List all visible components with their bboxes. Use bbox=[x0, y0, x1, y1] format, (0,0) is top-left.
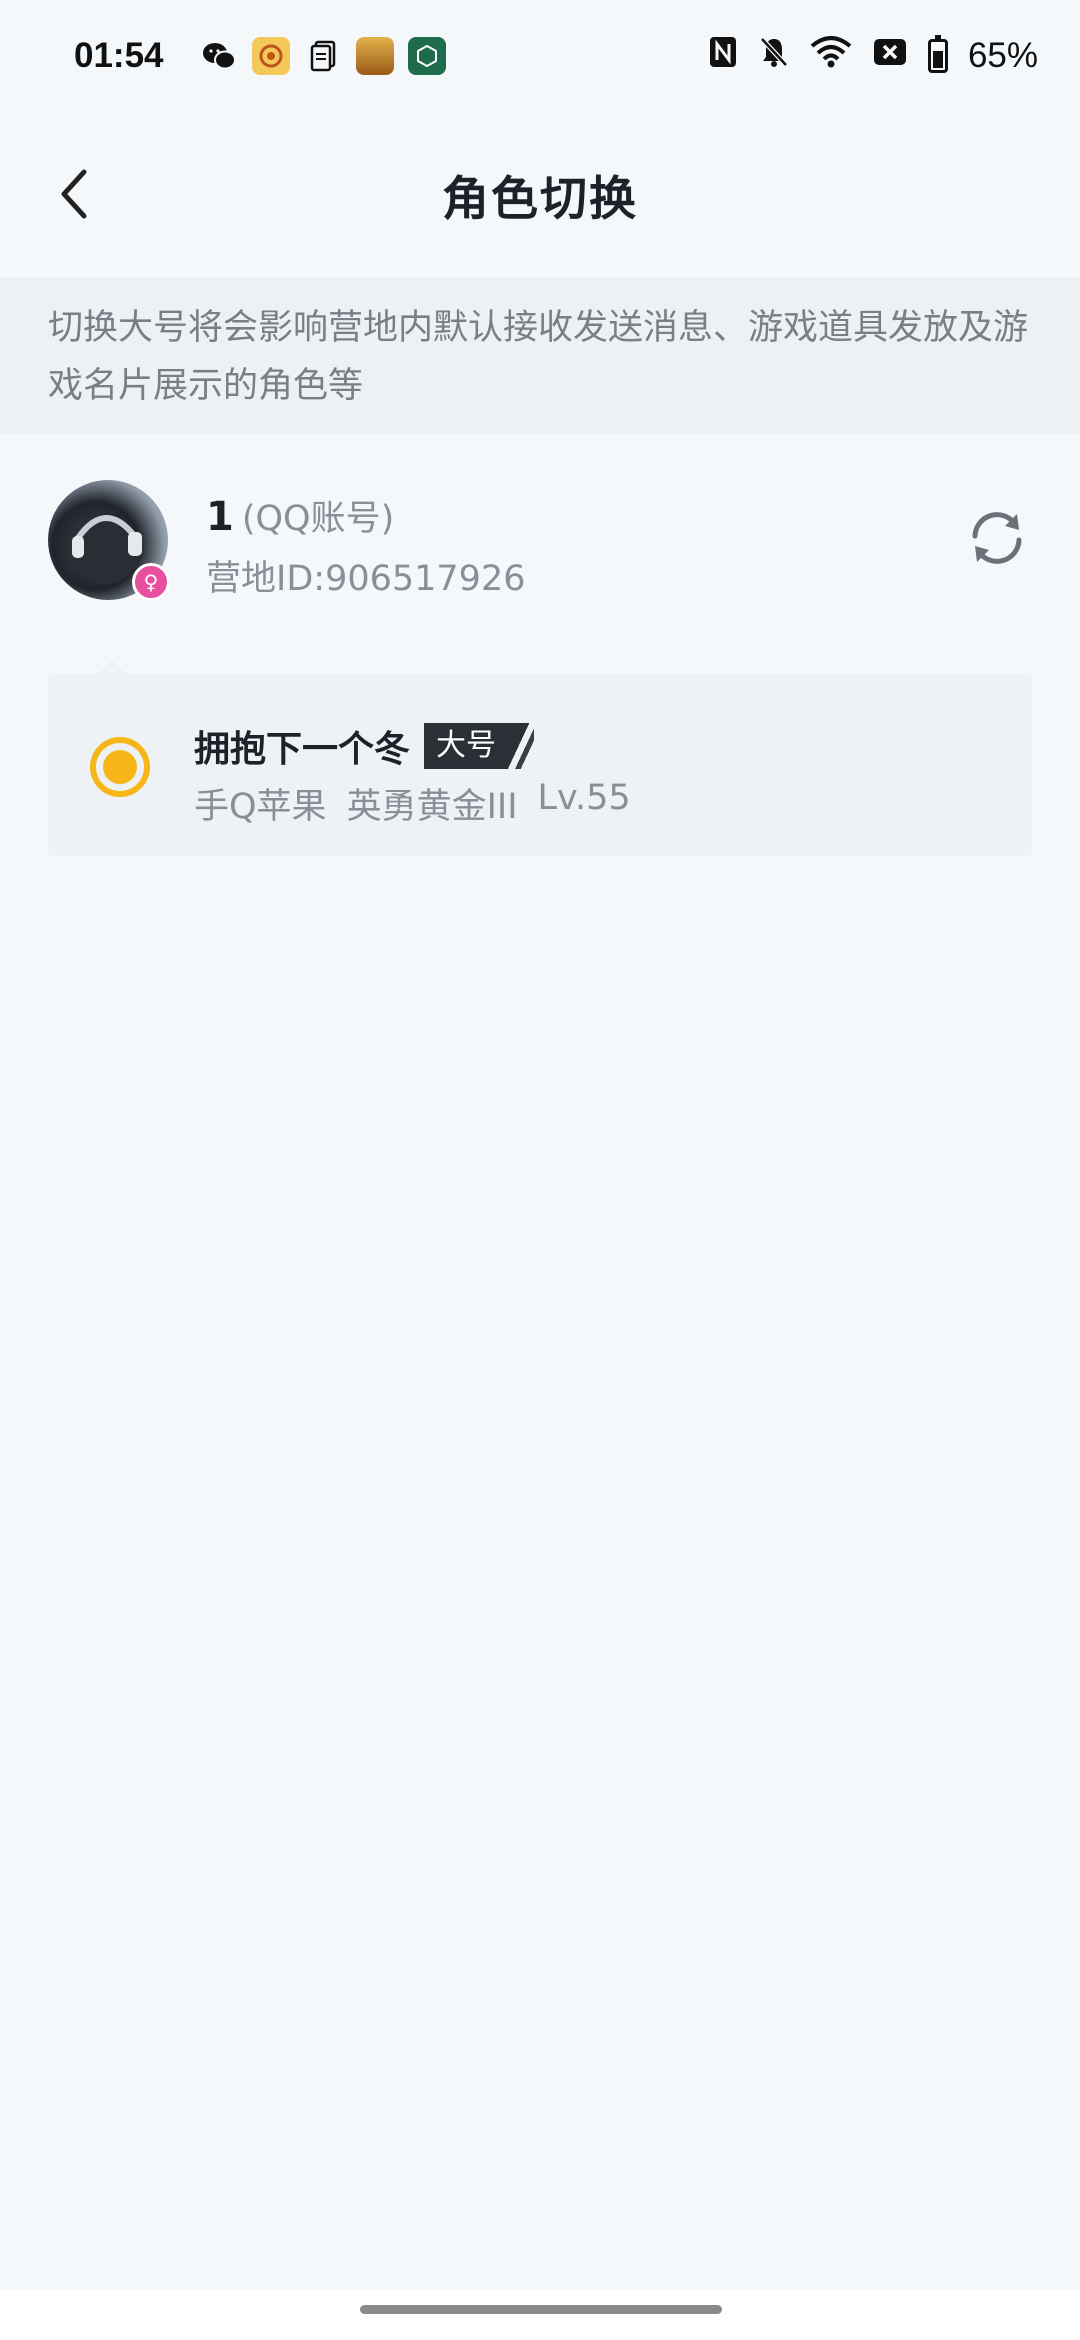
account-name: 1 (QQ账号) bbox=[206, 490, 394, 541]
tag-slash-decoration bbox=[508, 723, 535, 769]
game-app-icon bbox=[251, 37, 290, 75]
refresh-icon bbox=[972, 512, 1022, 564]
page-title: 角色切换 bbox=[442, 171, 638, 227]
status-bar: 01:54 65% bbox=[0, 0, 1080, 112]
bottom-nav-area bbox=[0, 2290, 1080, 2340]
female-badge-icon: ♀ bbox=[132, 563, 170, 601]
nfc-icon bbox=[708, 35, 738, 77]
battery-percent: 65% bbox=[967, 36, 1038, 75]
wechat-icon bbox=[200, 37, 238, 75]
notice-text: 切换大号将会影响营地内默认接收发送消息、游戏道具发放及游戏名片展示的角色等 bbox=[48, 308, 1029, 406]
home-indicator[interactable] bbox=[360, 2305, 722, 2314]
notification-icons bbox=[200, 37, 446, 75]
game-assistant-icon bbox=[407, 37, 446, 75]
document-icon bbox=[304, 37, 342, 75]
account-name-text: 1 bbox=[206, 494, 234, 540]
role-name: 拥抱下一个冬 大号 bbox=[194, 720, 535, 772]
nav-bar: 角色切换 bbox=[0, 112, 1080, 276]
wifi-icon bbox=[810, 36, 852, 76]
role-server: 手Q苹果 bbox=[194, 787, 327, 827]
battery-icon bbox=[927, 35, 948, 73]
account-type: (QQ账号) bbox=[241, 499, 395, 539]
back-button[interactable] bbox=[44, 164, 104, 224]
system-status: 65% bbox=[708, 35, 1038, 77]
role-rank: 英勇黄金III bbox=[346, 787, 518, 827]
main-account-tag: 大号 bbox=[424, 723, 535, 769]
account-row: ♀ 1 (QQ账号) 营地ID:906517926 bbox=[0, 478, 1080, 602]
sim-off-icon bbox=[872, 37, 908, 75]
role-level: Lv.55 bbox=[537, 778, 631, 818]
switch-account-button[interactable] bbox=[962, 503, 1032, 573]
role-radio[interactable] bbox=[90, 737, 150, 797]
chevron-left-icon bbox=[61, 169, 87, 219]
status-time: 01:54 bbox=[74, 36, 164, 75]
mute-icon bbox=[758, 35, 790, 77]
role-meta: 手Q苹果 英勇黄金III Lv.55 bbox=[194, 778, 631, 829]
radio-selected-dot bbox=[103, 750, 137, 784]
notice-banner: 切换大号将会影响营地内默认接收发送消息、游戏道具发放及游戏名片展示的角色等 bbox=[0, 277, 1080, 433]
tag-text: 大号 bbox=[424, 723, 509, 769]
role-card[interactable]: 拥抱下一个冬 大号 手Q苹果 英勇黄金III Lv.55 bbox=[48, 660, 1032, 856]
camp-id: 营地ID:906517926 bbox=[206, 559, 526, 599]
role-name-text: 拥抱下一个冬 bbox=[194, 729, 411, 770]
game-app-icon-2 bbox=[355, 37, 394, 75]
